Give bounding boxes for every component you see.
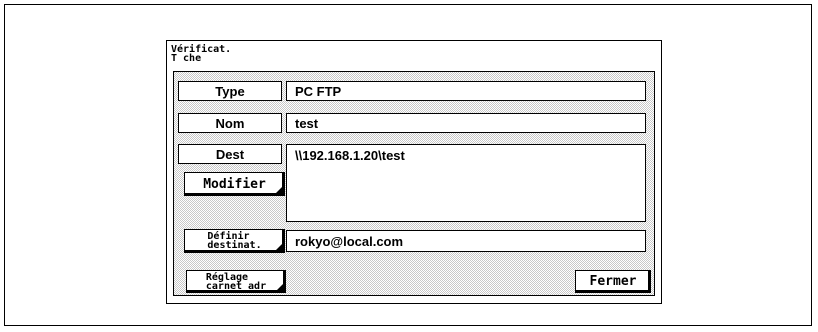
name-value: test [286,113,646,133]
corner-marker-icon [277,284,283,290]
close-button-label: Fermer [589,274,637,289]
job-details-box: Type PC FTP Nom test Dest \\192.168.1.20… [173,71,655,296]
dest-value: \\192.168.1.20\test [286,144,646,222]
close-button[interactable]: Fermer [575,270,651,293]
modify-button-label: Modifier [203,176,266,192]
corner-marker-icon [276,187,282,193]
name-label: Nom [178,113,282,133]
corner-marker-icon [276,244,282,250]
type-label: Type [178,81,282,101]
address-book-settings-button-label: Réglage carnet adr [205,271,267,292]
email-value: rokyo@local.com [286,230,646,252]
set-destination-button[interactable]: Définir destinat. [184,229,285,253]
panel-title: Vérificat. T che [171,44,232,64]
type-value: PC FTP [286,81,646,101]
screen-frame: Vérificat. T che Type PC FTP Nom test De… [4,4,812,326]
set-destination-button-label: Définir destinat. [207,231,262,251]
modify-button[interactable]: Modifier [184,172,285,196]
address-book-settings-button[interactable]: Réglage carnet adr [186,270,286,293]
verification-panel: Vérificat. T che Type PC FTP Nom test De… [166,40,662,304]
dest-label: Dest [178,144,282,164]
